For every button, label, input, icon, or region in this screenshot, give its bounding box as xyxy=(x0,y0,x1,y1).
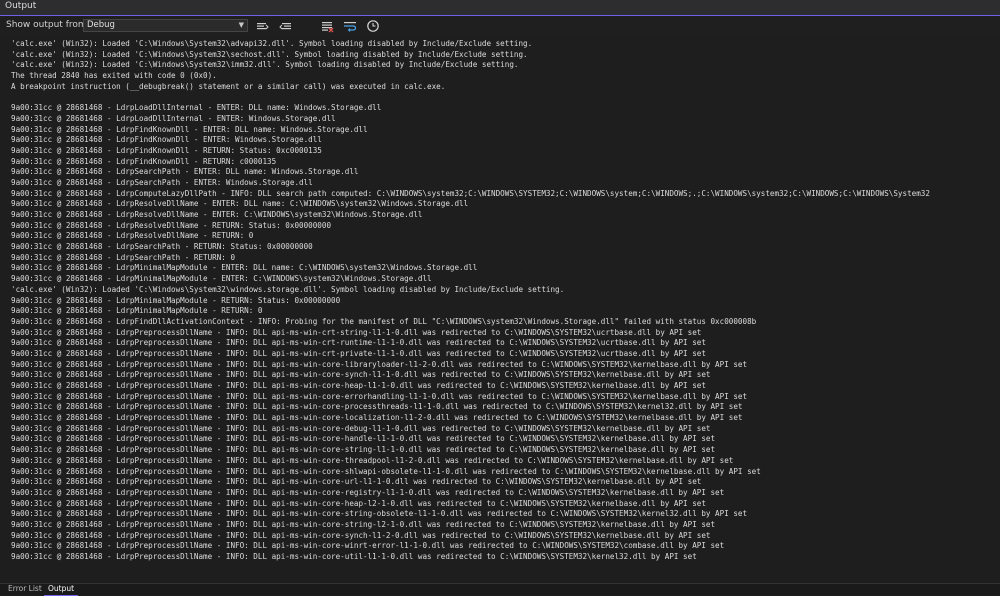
output-line: 9a00:31cc @ 28681468 - LdrpPreprocessDll… xyxy=(11,391,748,401)
output-line: 9a00:31cc @ 28681468 - LdrpResolveDllNam… xyxy=(11,210,423,219)
tab-output[interactable]: Output xyxy=(44,584,79,596)
window-title: Output xyxy=(5,1,37,11)
output-line: 9a00:31cc @ 28681468 - LdrpPreprocessDll… xyxy=(11,509,748,519)
output-line: 9a00:31cc @ 28681468 - LdrpPreprocessDll… xyxy=(11,370,711,380)
output-line: A breakpoint instruction (__debugbreak()… xyxy=(11,81,446,91)
output-line: 9a00:31cc @ 28681468 - LdrpSearchPath - … xyxy=(11,252,236,262)
output-line: 9a00:31cc @ 28681468 - LdrpResolveDllNam… xyxy=(11,199,469,209)
output-line: 'calc.exe' (Win32): Loaded 'C:\Windows\S… xyxy=(11,49,528,59)
output-line: 9a00:31cc @ 28681468 - LdrpResolveDllNam… xyxy=(11,231,254,241)
output-window-titlebar: Output xyxy=(0,0,1000,16)
output-line: 9a00:31cc @ 28681468 - LdrpFindKnownDll … xyxy=(11,145,322,155)
output-line: 9a00:31cc @ 28681468 - LdrpPreprocessDll… xyxy=(11,434,716,444)
find-previous-icon xyxy=(257,23,269,30)
output-line: 9a00:31cc @ 28681468 - LdrpPreprocessDll… xyxy=(11,445,716,455)
output-line: 9a00:31cc @ 28681468 - LdrpSearchPath - … xyxy=(11,167,359,177)
bottom-tab-strip: Error List Output xyxy=(0,583,1000,596)
output-line: 9a00:31cc @ 28681468 - LdrpPreprocessDll… xyxy=(11,327,702,337)
output-line: 9a00:31cc @ 28681468 - LdrpPreprocessDll… xyxy=(11,530,711,540)
output-line: 9a00:31cc @ 28681468 - LdrpLoadDllIntern… xyxy=(11,103,382,113)
output-line: 9a00:31cc @ 28681468 - LdrpResolveDllNam… xyxy=(11,220,332,230)
output-line: 9a00:31cc @ 28681468 - LdrpPreprocessDll… xyxy=(11,519,716,529)
output-line: 9a00:31cc @ 28681468 - LdrpPreprocessDll… xyxy=(11,402,743,412)
find-next-button[interactable] xyxy=(279,19,293,33)
output-line: 9a00:31cc @ 28681468 - LdrpMinimalMapMod… xyxy=(11,274,432,284)
output-line: 9a00:31cc @ 28681468 - LdrpSearchPath - … xyxy=(11,177,313,187)
output-line: 9a00:31cc @ 28681468 - LdrpPreprocessDll… xyxy=(11,477,702,487)
show-output-from-label: Show output from: xyxy=(6,20,90,30)
output-line: 9a00:31cc @ 28681468 - LdrpPreprocessDll… xyxy=(11,487,725,497)
clear-all-button[interactable] xyxy=(320,19,334,33)
find-previous-button[interactable] xyxy=(255,19,269,33)
output-lines: 'calc.exe' (Win32): Loaded 'C:\Windows\S… xyxy=(0,36,1000,563)
output-line: 9a00:31cc @ 28681468 - LdrpPreprocessDll… xyxy=(11,455,734,465)
find-next-icon xyxy=(279,23,291,30)
output-line: 9a00:31cc @ 28681468 - LdrpMinimalMapMod… xyxy=(11,306,263,316)
output-line: 9a00:31cc @ 28681468 - LdrpFindKnownDll … xyxy=(11,124,368,134)
word-wrap-icon xyxy=(344,22,357,32)
output-line: 9a00:31cc @ 28681468 - LdrpPreprocessDll… xyxy=(11,423,711,433)
clear-all-icon xyxy=(322,22,334,33)
output-line: 9a00:31cc @ 28681468 - LdrpPreprocessDll… xyxy=(11,359,748,369)
output-line: 9a00:31cc @ 28681468 - LdrpPreprocessDll… xyxy=(11,381,706,390)
output-line: 9a00:31cc @ 28681468 - LdrpMinimalMapMod… xyxy=(11,263,478,273)
output-line: 9a00:31cc @ 28681468 - LdrpFindKnownDll … xyxy=(11,135,322,145)
output-line: 9a00:31cc @ 28681468 - LdrpPreprocessDll… xyxy=(11,413,743,423)
tab-error-list[interactable]: Error List xyxy=(4,584,46,595)
output-line: 9a00:31cc @ 28681468 - LdrpPreprocessDll… xyxy=(11,466,761,476)
output-line: 9a00:31cc @ 28681468 - LdrpPreprocessDll… xyxy=(11,498,706,508)
output-toolbar: Show output from: Debug ▼ xyxy=(0,16,1000,36)
output-source-selected: Debug xyxy=(87,20,115,30)
output-line: 9a00:31cc @ 28681468 - LdrpFindKnownDll … xyxy=(11,156,277,166)
output-line: 9a00:31cc @ 28681468 - LdrpPreprocessDll… xyxy=(11,338,706,348)
timestamp-icon xyxy=(367,20,379,32)
output-line: The thread 2840 has exited with code 0 (… xyxy=(11,71,217,81)
output-line: 'calc.exe' (Win32): Loaded 'C:\Windows\S… xyxy=(11,284,565,294)
word-wrap-button[interactable] xyxy=(343,19,357,33)
output-source-dropdown[interactable]: Debug ▼ xyxy=(83,19,248,32)
output-line: 9a00:31cc @ 28681468 - LdrpLoadDllIntern… xyxy=(11,113,336,123)
output-line: 9a00:31cc @ 28681468 - LdrpMinimalMapMod… xyxy=(11,295,341,305)
output-line: 'calc.exe' (Win32): Loaded 'C:\Windows\S… xyxy=(11,39,533,48)
output-text-pane[interactable]: 'calc.exe' (Win32): Loaded 'C:\Windows\S… xyxy=(0,36,1000,579)
output-line: 9a00:31cc @ 28681468 - LdrpSearchPath - … xyxy=(11,242,313,252)
output-line: 9a00:31cc @ 28681468 - LdrpComputeLazyDl… xyxy=(11,188,930,198)
show-timestamp-button[interactable] xyxy=(366,19,380,33)
output-line: 'calc.exe' (Win32): Loaded 'C:\Windows\S… xyxy=(11,60,519,70)
chevron-down-icon: ▼ xyxy=(238,21,244,29)
output-line: 9a00:31cc @ 28681468 - LdrpPreprocessDll… xyxy=(11,541,725,551)
output-line: 9a00:31cc @ 28681468 - LdrpPreprocessDll… xyxy=(11,552,697,561)
output-line: 9a00:31cc @ 28681468 - LdrpPreprocessDll… xyxy=(11,348,706,358)
output-line: 9a00:31cc @ 28681468 - LdrpFindDllActiva… xyxy=(11,316,757,326)
